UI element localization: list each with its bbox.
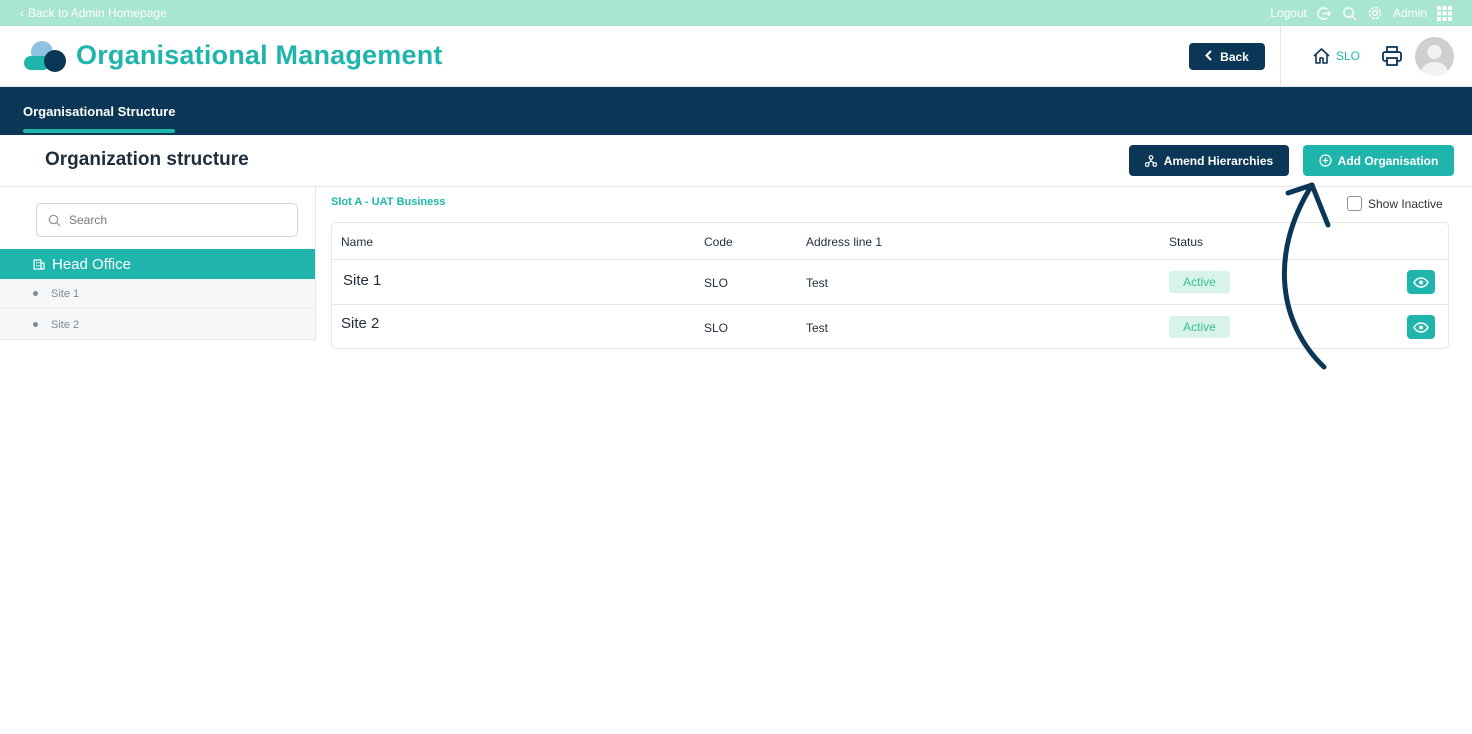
column-header-name: Name	[341, 235, 374, 249]
logout-link[interactable]: Logout	[1270, 6, 1307, 20]
user-icon	[1421, 45, 1448, 76]
view-button[interactable]	[1407, 270, 1435, 294]
back-to-admin-label: Back to Admin Homepage	[28, 6, 167, 20]
building-icon	[33, 259, 45, 270]
row-code: SLO	[704, 321, 729, 335]
column-header-status: Status	[1169, 235, 1204, 249]
back-button-label: Back	[1220, 49, 1249, 64]
tree-search-input[interactable]	[69, 213, 269, 227]
app-logo	[24, 41, 66, 72]
view-button[interactable]	[1407, 315, 1435, 339]
home-icon	[1313, 48, 1330, 64]
tree-item-site-2[interactable]: Site 2	[0, 310, 315, 340]
active-tab-indicator	[23, 129, 175, 133]
tree-item-label: Site 1	[51, 287, 80, 300]
header-divider	[1280, 26, 1281, 87]
page-title: Organization structure	[45, 149, 249, 170]
apps-grid-icon[interactable]	[1437, 5, 1452, 21]
plus-circle-icon	[1319, 154, 1332, 167]
home-site-link[interactable]: SLO	[1312, 47, 1360, 65]
column-header-code: Code	[704, 235, 733, 249]
bullet-icon	[33, 291, 38, 296]
app-header: Organisational Management Back SLO	[0, 26, 1472, 87]
chevron-left-icon: ‹	[20, 6, 24, 20]
add-organisation-label: Add Organisation	[1337, 153, 1439, 168]
back-button[interactable]: Back	[1189, 43, 1265, 70]
chevron-left-icon	[1205, 49, 1212, 64]
back-to-admin-link[interactable]: ‹ Back to Admin Homepage	[20, 6, 167, 20]
tree-search	[36, 203, 298, 237]
show-inactive-toggle[interactable]: Show Inactive	[1347, 196, 1443, 211]
tree-item-head-office[interactable]: Head Office	[0, 249, 315, 279]
tab-organisational-structure[interactable]: Organisational Structure	[23, 87, 175, 135]
breadcrumb[interactable]: Slot A - UAT Business	[331, 196, 446, 208]
top-utility-actions: Logout Admin	[1270, 5, 1452, 21]
top-utility-bar: ‹ Back to Admin Homepage Logout Admin	[0, 0, 1472, 26]
status-badge: Active	[1169, 271, 1230, 293]
main-nav: Organisational Structure	[0, 87, 1472, 135]
annotation-arrow-icon	[1282, 182, 1331, 370]
search-icon[interactable]	[1342, 6, 1357, 21]
gear-icon[interactable]	[1367, 5, 1383, 21]
eye-icon	[1413, 276, 1429, 288]
site-code-label: SLO	[1336, 49, 1361, 63]
amend-hierarchies-button[interactable]: Amend Hierarchies	[1129, 145, 1289, 176]
print-icon[interactable]	[1381, 45, 1403, 67]
row-name: Site 2	[341, 315, 380, 332]
row-code: SLO	[704, 276, 729, 290]
row-name: Site 1	[343, 272, 382, 289]
app-title: Organisational Management	[76, 40, 443, 70]
row-address: Test	[806, 276, 829, 290]
amend-hierarchies-label: Amend Hierarchies	[1163, 153, 1274, 168]
show-inactive-label: Show Inactive	[1368, 196, 1443, 211]
eye-icon	[1413, 321, 1429, 333]
admin-label[interactable]: Admin	[1393, 6, 1427, 20]
hierarchy-icon	[1144, 154, 1157, 167]
tree-item-label: Head Office	[52, 255, 131, 273]
status-badge: Active	[1169, 316, 1230, 338]
search-icon	[48, 214, 61, 226]
show-inactive-checkbox[interactable]	[1347, 196, 1362, 211]
row-address: Test	[806, 321, 829, 335]
tree-item-site-1[interactable]: Site 1	[0, 279, 315, 309]
user-avatar[interactable]	[1415, 37, 1454, 76]
org-tree-panel: Head Office Site 1 Site 2	[0, 187, 316, 341]
column-header-address: Address line 1	[806, 235, 883, 249]
logout-icon[interactable]	[1317, 6, 1332, 21]
bullet-icon	[33, 322, 38, 327]
tree-item-label: Site 2	[51, 318, 80, 331]
add-organisation-button[interactable]: Add Organisation	[1303, 145, 1454, 176]
